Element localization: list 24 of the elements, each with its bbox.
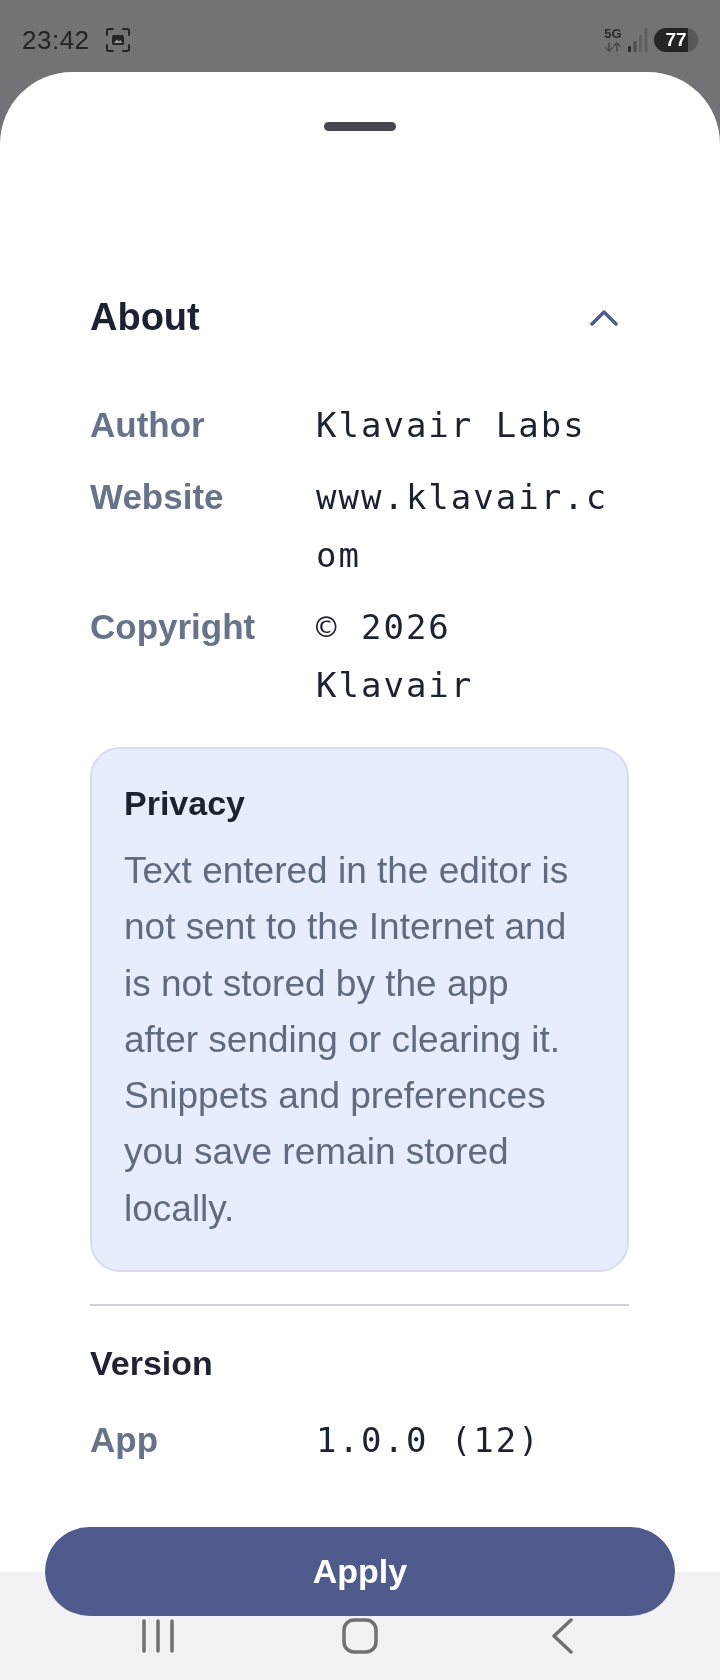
battery-indicator: 77 (654, 28, 698, 52)
info-label: Author (90, 404, 205, 446)
screenshot-icon (105, 28, 130, 52)
info-label: Website (90, 476, 224, 518)
info-label: Copyright (90, 606, 256, 648)
apply-button[interactable]: Apply (45, 1527, 675, 1617)
home-icon[interactable] (342, 1618, 378, 1654)
section-title: Version (90, 1343, 213, 1385)
info-value: © 2026 Klavair (316, 606, 475, 707)
info-value: www.klavair.com (316, 476, 610, 577)
signal-icon (628, 28, 648, 52)
network-type: 5G (604, 28, 622, 40)
status-time: 23:42 (22, 25, 90, 55)
back-icon[interactable] (551, 1618, 573, 1654)
section-title: About (90, 295, 200, 339)
recent-apps-icon[interactable] (141, 1618, 175, 1654)
info-value: Klavair Labs (316, 404, 586, 447)
data-arrows-icon (604, 42, 622, 52)
notice-text: Text entered in the editor is not sent to the Internet and is not stored by the app after sending or clearing it. Snippets and preferences you save remain stored locally. (124, 849, 570, 1231)
chevron-up-icon[interactable] (590, 308, 618, 326)
notice-title: Privacy (124, 783, 245, 823)
info-value: 1.0.0 (12) (316, 1419, 541, 1463)
info-label: App (90, 1419, 159, 1462)
drag-handle[interactable] (324, 122, 396, 131)
